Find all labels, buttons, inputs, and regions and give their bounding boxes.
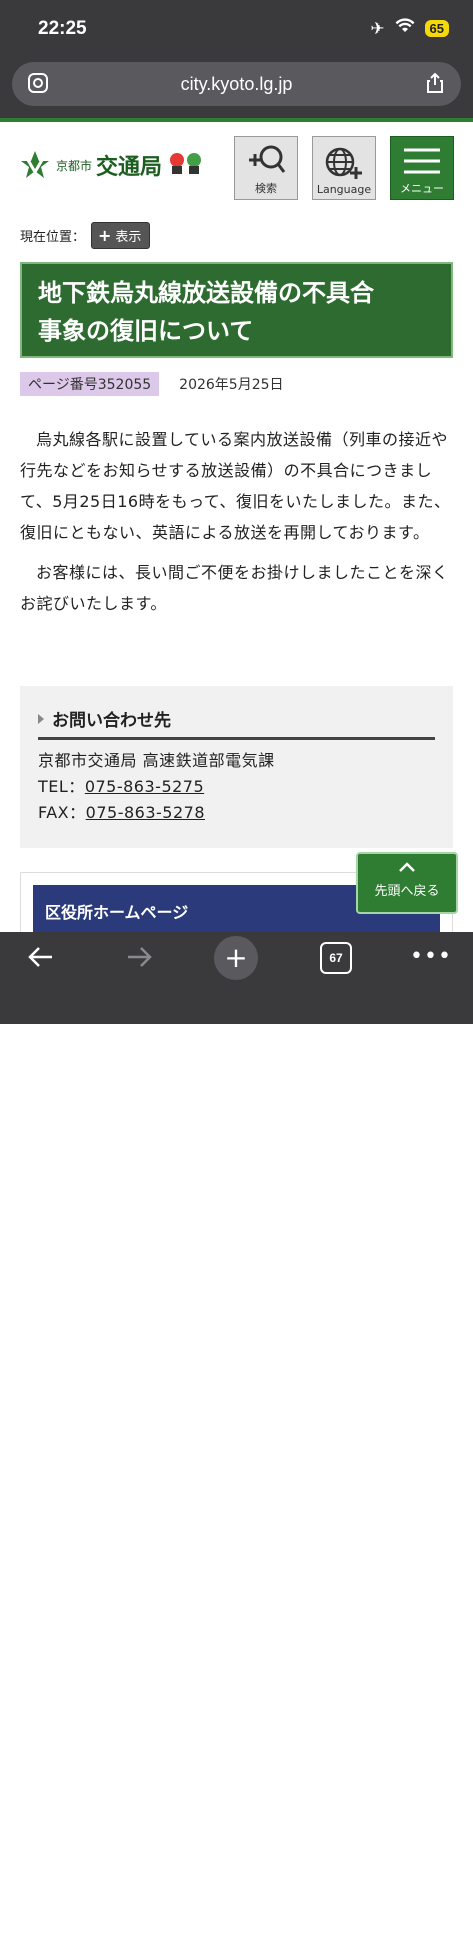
more-dots-icon[interactable]: ••• <box>410 944 452 969</box>
fax-label: FAX： <box>38 803 86 822</box>
publish-date: 2026年5月25日 <box>179 377 284 393</box>
menu-label: メニュー <box>400 182 444 195</box>
contact-fax-row: FAX：075-863-5278 <box>38 800 435 826</box>
breadcrumb-label: 現在位置： <box>20 230 86 245</box>
page-number-badge: ページ番号352055 <box>20 372 160 396</box>
share-icon[interactable] <box>423 72 447 96</box>
article-paragraph: 烏丸線各駅に設置している案内放送設備（列車の接近や行先などをお知らせする放送設備… <box>20 430 451 542</box>
breadcrumb: 現在位置： + 表示 <box>20 222 151 249</box>
language-label: Language <box>316 183 372 196</box>
logo-city-text: 京都市 <box>56 158 93 173</box>
fax-link[interactable]: 075-863-5278 <box>86 803 205 822</box>
browser-address-area: city.kyoto.lg.jp <box>0 58 473 118</box>
language-button[interactable]: Language <box>312 136 376 200</box>
article-paragraph: お客様には、長い間ご不便をお掛けしましたことを深くお詫びいたします。 <box>20 563 449 613</box>
search-label: 検索 <box>255 182 277 195</box>
back-to-top-button[interactable]: 先頭へ戻る <box>356 852 458 914</box>
contact-org: 京都市交通局 高速鉄道部電気課 <box>38 751 275 770</box>
kyoto-city-emblem-icon <box>21 151 49 178</box>
chevron-up-icon <box>358 858 456 880</box>
menu-button[interactable]: メニュー <box>390 136 454 200</box>
browser-toolbar: + 67 ••• <box>0 932 473 1945</box>
status-time: 22:25 <box>38 18 87 39</box>
page-title-box: 地下鉄烏丸線放送設備の不具合 事象の復旧について <box>20 262 453 358</box>
battery-icon: 65 <box>424 20 449 37</box>
back-arrow-icon[interactable] <box>26 944 56 977</box>
address-bar[interactable]: city.kyoto.lg.jp <box>12 62 461 106</box>
airplane-icon: ✈ <box>370 18 385 39</box>
triangle-bullet-icon <box>38 713 44 724</box>
plus-icon: + <box>98 225 112 245</box>
forward-arrow-icon[interactable] <box>124 944 154 977</box>
article-meta: ページ番号352055 2026年5月25日 <box>20 372 284 396</box>
status-icons: ✈ 65 <box>370 18 449 39</box>
search-button[interactable]: 検索 <box>234 136 298 200</box>
tel-link[interactable]: 075-863-5275 <box>85 777 204 796</box>
tel-label: TEL： <box>38 777 85 796</box>
logo-name-text: 交通局 <box>96 154 163 180</box>
url-text[interactable]: city.kyoto.lg.jp <box>12 74 461 95</box>
article-body: 烏丸線各駅に設置している案内放送設備（列車の接近や行先などをお知らせする放送設備… <box>20 424 453 628</box>
globe-icon <box>325 147 362 179</box>
page-title-line1: 地下鉄烏丸線放送設備の不具合 <box>38 279 374 307</box>
contact-box: お問い合わせ先 京都市交通局 高速鉄道部電気課 TEL：075-863-5275… <box>20 686 453 848</box>
page-title-line2: 事象の復旧について <box>38 317 254 345</box>
contact-tel-row: TEL：075-863-5275 <box>38 774 435 800</box>
new-tab-plus-icon[interactable]: + <box>214 936 258 980</box>
breadcrumb-show-label: 表示 <box>115 230 142 245</box>
hamburger-icon <box>404 148 440 174</box>
site-header: 京都市 交通局 検索 Language メニュー <box>0 122 473 212</box>
breadcrumb-show-button[interactable]: + 表示 <box>91 222 151 249</box>
search-icon <box>249 145 286 173</box>
tabs-count-icon[interactable]: 67 <box>320 942 352 974</box>
site-logo[interactable]: 京都市 交通局 <box>18 148 204 182</box>
back-to-top-label: 先頭へ戻る <box>374 884 440 899</box>
wifi-icon <box>395 18 415 39</box>
contact-heading-text: お問い合わせ先 <box>52 711 171 731</box>
mascot-characters-icon <box>168 150 204 180</box>
home-indicator <box>152 1940 321 1945</box>
status-bar: 22:25 ✈ 65 <box>0 0 473 58</box>
site-settings-icon[interactable] <box>26 72 50 96</box>
contact-heading: お問い合わせ先 <box>38 706 435 740</box>
page-title: 地下鉄烏丸線放送設備の不具合 事象の復旧について <box>38 274 435 350</box>
